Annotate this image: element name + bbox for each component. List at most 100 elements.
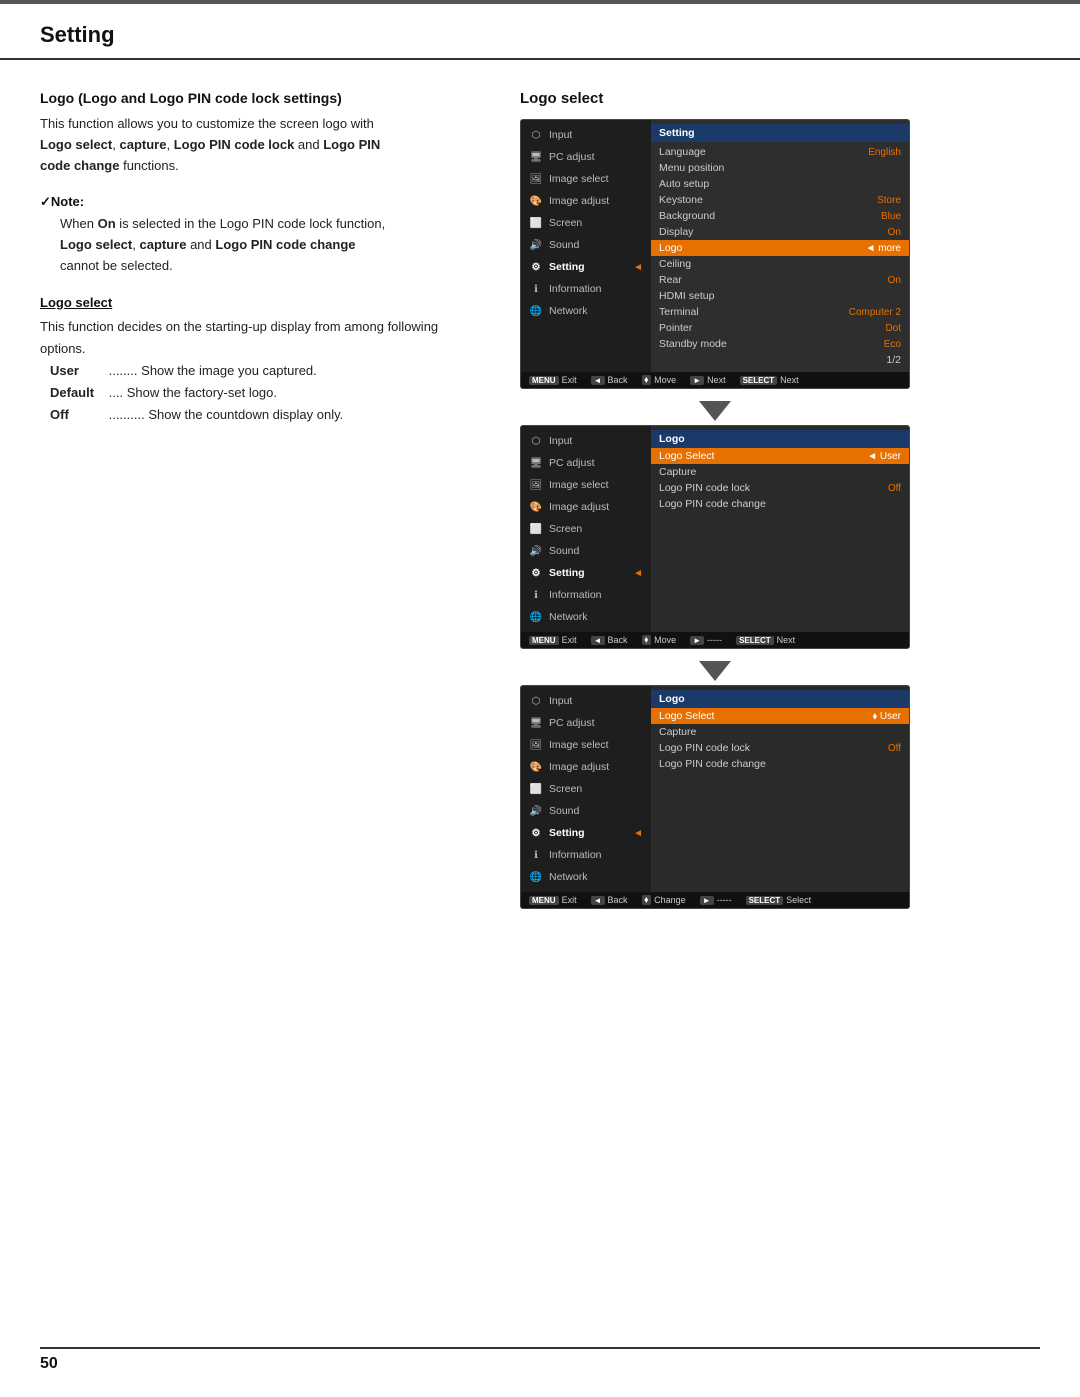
menu-item-label: PC adjust [549, 457, 595, 469]
option-desc: Show the factory-set logo. [127, 385, 277, 400]
menu-item-label: Pointer [659, 322, 692, 334]
bar-key: ► [690, 376, 704, 385]
menu-left-item-information: ℹ Information [521, 584, 651, 606]
panel-3-menu: ⬡Input🖥PC adjust🖼Image select🎨Image adju… [521, 686, 909, 892]
info-icon: ℹ [529, 588, 543, 602]
menu-item-label: Terminal [659, 306, 699, 318]
sub-item-label: Capture [659, 466, 696, 478]
bar-key: MENU [529, 376, 559, 385]
menu-item-label: PC adjust [549, 717, 595, 729]
subsection-body: This function decides on the starting-up… [40, 316, 480, 426]
menu-item-label: Language [659, 146, 706, 158]
info-icon: ℹ [529, 848, 543, 862]
menu-item-label: Keystone [659, 194, 703, 206]
menu-left-item-sound: 🔊Sound [521, 800, 651, 822]
pc-icon: 🖥 [529, 150, 543, 164]
network-icon: 🌐 [529, 610, 543, 624]
menu-item-label: Information [549, 283, 602, 295]
panel-3-left-menu: ⬡Input🖥PC adjust🖼Image select🎨Image adju… [521, 686, 651, 892]
bar-item: ⬧Move [642, 635, 677, 645]
menu-item-value: Blue [881, 211, 901, 222]
panel-2-sub-items: Logo Select◄ UserCaptureLogo PIN code lo… [651, 448, 909, 512]
bar-action: Exit [562, 375, 577, 385]
image-adjust-icon: 🎨 [529, 194, 543, 208]
sub-panel-item: Logo PIN code lockOff [651, 740, 909, 756]
bar-action: Next [777, 635, 796, 645]
image-select-icon: 🖼 [529, 738, 543, 752]
info-icon: ℹ [529, 282, 543, 296]
logo-select-title: Logo select [520, 90, 1040, 107]
menu-item-label: Sound [549, 239, 579, 251]
bar-key: ⬧ [642, 895, 652, 905]
right-column: Logo select ⬡Input🖥PC adjust🖼Image selec… [520, 90, 1040, 917]
arrow-right-icon: ◄ [633, 828, 643, 839]
bold-code-change: code change [40, 158, 119, 173]
subsection-heading: Logo select [40, 295, 480, 310]
options-list: User ........ Show the image you capture… [40, 360, 480, 426]
menu-item-label: Auto setup [659, 178, 709, 190]
menu-left-item-network: 🌐Network [521, 300, 651, 322]
menu-item-label: Network [549, 611, 588, 623]
menu-item-label: Background [659, 210, 715, 222]
bar-key: ⬧ [642, 635, 652, 645]
sub-item-value: ◄ User [867, 451, 901, 462]
sub-item-label: Capture [659, 726, 696, 738]
menu-left-item-image-adjust: 🎨Image adjust [521, 190, 651, 212]
bar-item: ◄Back [591, 635, 628, 645]
menu-item-label: 1/2 [886, 354, 901, 366]
menu-right-item: Ceiling [651, 256, 909, 272]
logo-select-section: ⬡Input🖥PC adjust🖼Image select🎨Image adju… [520, 119, 1040, 917]
pc-icon: 🖥 [529, 456, 543, 470]
menu-item-label: HDMI setup [659, 290, 714, 302]
option-item: User ........ Show the image you capture… [50, 360, 480, 382]
menu-item-label: Image select [549, 173, 609, 185]
note-label: ✓Note: [40, 194, 480, 210]
menu-item-label: Information [549, 849, 602, 861]
menu-left-item-image-select: 🖼Image select [521, 168, 651, 190]
menu-item-label: Rear [659, 274, 682, 286]
page-wrapper: Setting Logo (Logo and Logo PIN code loc… [0, 0, 1080, 1397]
menu-item-label: Setting [549, 261, 585, 273]
menu-right-item: Auto setup [651, 176, 909, 192]
menu-item-label: Menu position [659, 162, 724, 174]
bar-item: SELECTSelect [746, 895, 812, 905]
menu-right-item: Keystone Store [651, 192, 909, 208]
panel-1-bottom-bar: MENUExit◄Back⬧Move►NextSELECTNext [521, 372, 909, 388]
menu-left-item-image-adjust: 🎨Image adjust [521, 496, 651, 518]
panel-1-right-items: LanguageEnglish Menu position Auto setup Ke… [651, 144, 909, 368]
menu-right-item: PointerDot [651, 320, 909, 336]
menu-right-item: 1/2 [651, 352, 909, 368]
sub-panel-item: Capture [651, 724, 909, 740]
menu-item-label: Network [549, 871, 588, 883]
option-dots: .......... [109, 407, 145, 422]
menu-right-item: LanguageEnglish [651, 144, 909, 160]
menu-item-label: Information [549, 589, 602, 601]
bar-key: MENU [529, 896, 559, 905]
bar-item: ◄Back [591, 375, 628, 385]
option-dots: .... [109, 385, 123, 400]
panel-3-sub-items: Logo Select⬧ User Capture Logo PIN code lo… [651, 708, 909, 772]
menu-item-label: Screen [549, 783, 582, 795]
menu-left-item-input: ⬡Input [521, 690, 651, 712]
menu-item-value: Store [877, 195, 901, 206]
menu-item-label: PC adjust [549, 151, 595, 163]
menu-item-value: On [888, 275, 901, 286]
sub-item-label: Logo PIN code change [659, 498, 766, 510]
sound-icon: 🔊 [529, 238, 543, 252]
ui-panel-1: ⬡Input🖥PC adjust🖼Image select🎨Image adju… [520, 119, 910, 389]
bar-item: ⬧Change [642, 895, 686, 905]
option-dots: ........ [109, 363, 138, 378]
sub-panel-item: Logo PIN code change [651, 496, 909, 512]
menu-left-item-pc-adjust: 🖥 PC adjust [521, 146, 651, 168]
menu-item-value: On [888, 227, 901, 238]
arrow-right-icon: ◄ [633, 568, 643, 579]
sub-panel-item: Logo Select⬧ User [651, 708, 909, 724]
menu-item-label: Network [549, 305, 588, 317]
sub-item-value: ⬧ User [873, 711, 901, 722]
bar-action: ----- [707, 635, 722, 645]
bar-action: Exit [562, 895, 577, 905]
sub-panel-item: Capture [651, 464, 909, 480]
input-icon: ⬡ [529, 434, 543, 448]
note-block: ✓Note: When On is selected in the Logo P… [40, 194, 480, 276]
input-icon: ⬡ [529, 694, 543, 708]
